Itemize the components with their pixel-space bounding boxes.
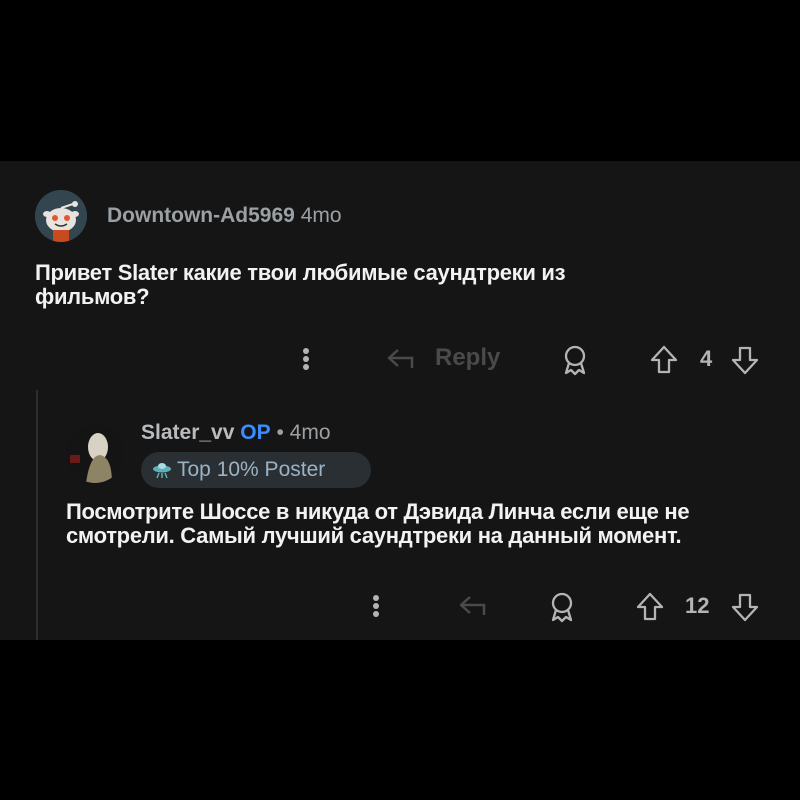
vote-count: 12	[685, 593, 710, 618]
comment-meta: Downtown-Ad5969 4mo	[107, 204, 342, 228]
username[interactable]: Downtown-Ad5969	[107, 204, 295, 227]
thread-line[interactable]	[36, 390, 38, 640]
user-photo-icon	[66, 425, 124, 483]
more-vertical-icon[interactable]	[368, 591, 384, 621]
comment-actions: 12	[360, 587, 770, 627]
more-vertical-icon[interactable]	[298, 344, 314, 374]
upvote-icon[interactable]	[635, 591, 665, 623]
upvote-icon[interactable]	[649, 344, 679, 376]
vote-count: 4	[700, 346, 713, 371]
comment-panel	[0, 161, 800, 640]
downvote-icon[interactable]	[730, 591, 760, 623]
award-icon[interactable]	[560, 344, 590, 376]
reply-button[interactable]: Reply	[435, 344, 500, 372]
separator: •	[276, 421, 284, 444]
ufo-icon	[153, 463, 171, 479]
comment-actions: Reply 4	[290, 340, 770, 380]
timestamp: 4mo	[289, 421, 331, 444]
flair-label: Top 10% Poster	[177, 458, 326, 481]
comment-text: Посмотрите Шоссе в никуда от Дэвида Линч…	[66, 499, 690, 548]
username[interactable]: Slater_vv	[141, 421, 234, 444]
reply-icon[interactable]	[456, 591, 490, 621]
timestamp: 4mo	[300, 204, 342, 227]
snoo-avatar-icon	[35, 190, 87, 242]
comment-text: Привет Slater какие твои любимые саундтр…	[35, 260, 566, 309]
downvote-icon[interactable]	[730, 344, 760, 376]
flair-badge[interactable]: Top 10% Poster	[141, 452, 371, 488]
reply-icon[interactable]	[384, 344, 418, 374]
op-badge: OP	[240, 421, 271, 444]
comment-meta: Slater_vv OP • 4mo	[141, 421, 331, 445]
award-icon[interactable]	[547, 591, 577, 623]
avatar[interactable]	[35, 190, 87, 242]
avatar[interactable]	[66, 425, 124, 483]
